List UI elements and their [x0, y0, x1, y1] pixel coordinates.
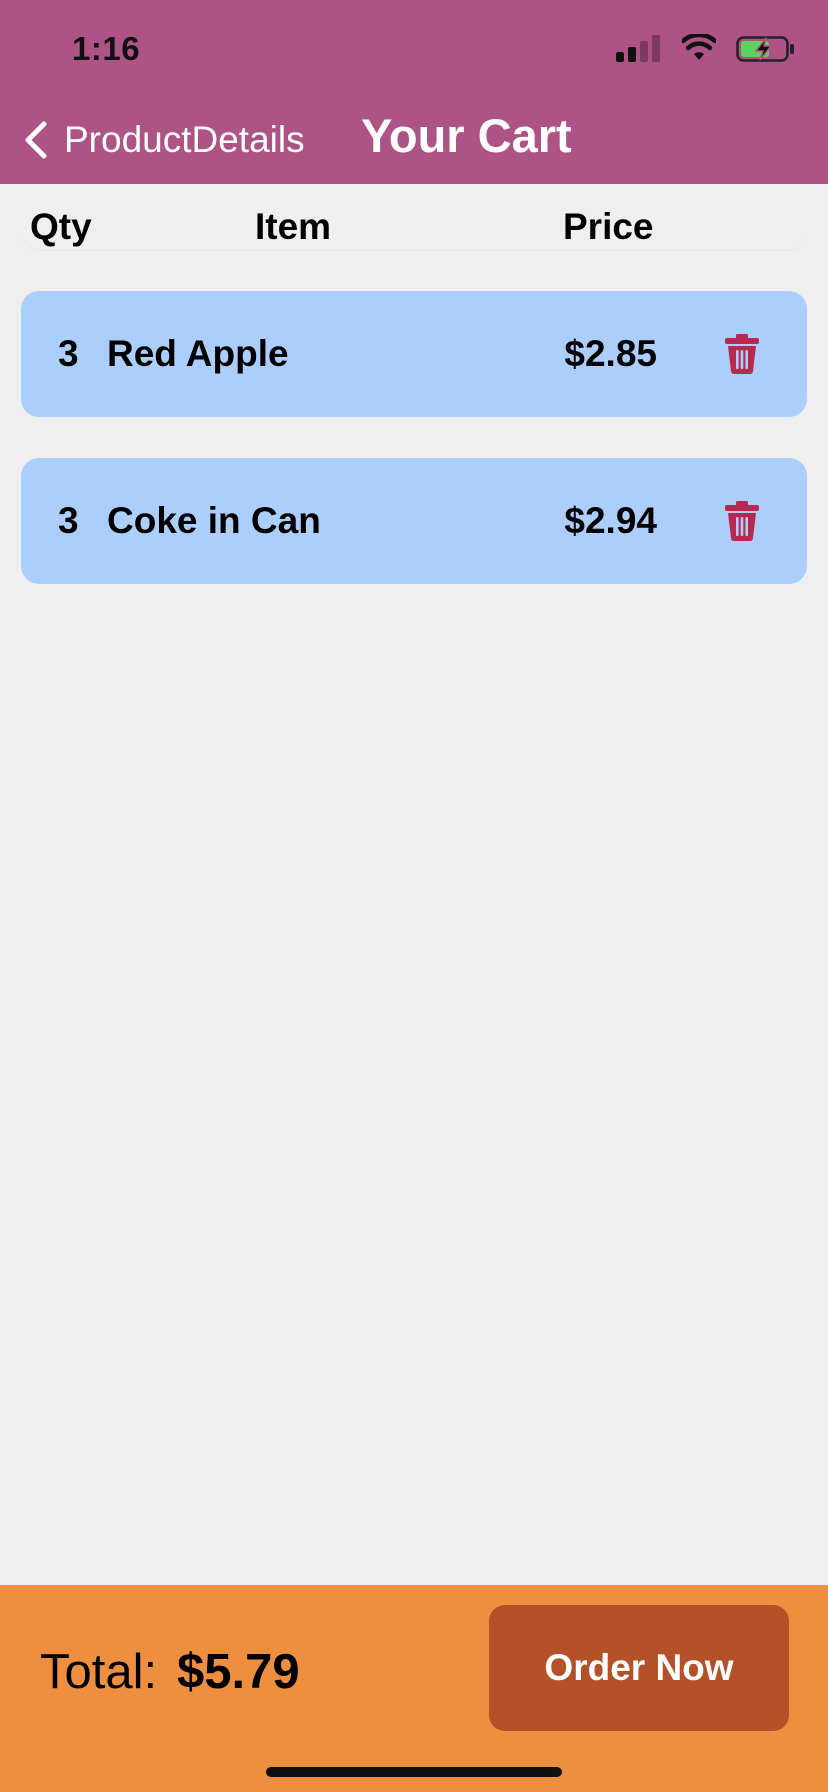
cart-item-name: Coke in Can [107, 500, 321, 541]
status-bar: 1:16 [0, 0, 828, 100]
cart-item-row: 3 Coke in Can $2.94 [21, 458, 807, 584]
checkout-footer: Total: $5.79 Order Now [0, 1585, 828, 1792]
total-label: Total: [40, 1645, 158, 1699]
app-header: 1:16 ProductDetails Your Cart [0, 0, 828, 184]
chevron-left-icon [25, 121, 47, 159]
column-header-qty: Qty [30, 206, 92, 247]
back-button-label: ProductDetails [64, 119, 305, 160]
home-indicator[interactable] [266, 1767, 562, 1777]
battery-charging-icon [736, 36, 794, 62]
cart-item-price: $2.85 [564, 333, 657, 374]
cart-item-price: $2.94 [564, 500, 657, 541]
cart-item-name: Red Apple [107, 333, 289, 374]
wifi-icon [682, 34, 716, 60]
cart-table-header: Qty Item Price [22, 184, 807, 250]
cart-item-qty: 3 [58, 500, 79, 541]
column-header-price: Price [563, 206, 654, 247]
column-header-item: Item [255, 206, 332, 247]
trash-icon[interactable] [725, 334, 759, 374]
cart-item-qty: 3 [58, 333, 79, 374]
trash-icon[interactable] [725, 501, 759, 541]
status-time: 1:16 [72, 30, 141, 67]
signal-icon [616, 35, 660, 62]
cart-item-row: 3 Red Apple $2.85 [21, 291, 807, 417]
order-now-button[interactable]: Order Now [489, 1605, 789, 1731]
total-value: $5.79 [177, 1645, 300, 1699]
back-button[interactable]: ProductDetails [22, 110, 305, 170]
page-title: Your Cart [361, 109, 572, 162]
navigation-bar: ProductDetails Your Cart [0, 100, 828, 184]
